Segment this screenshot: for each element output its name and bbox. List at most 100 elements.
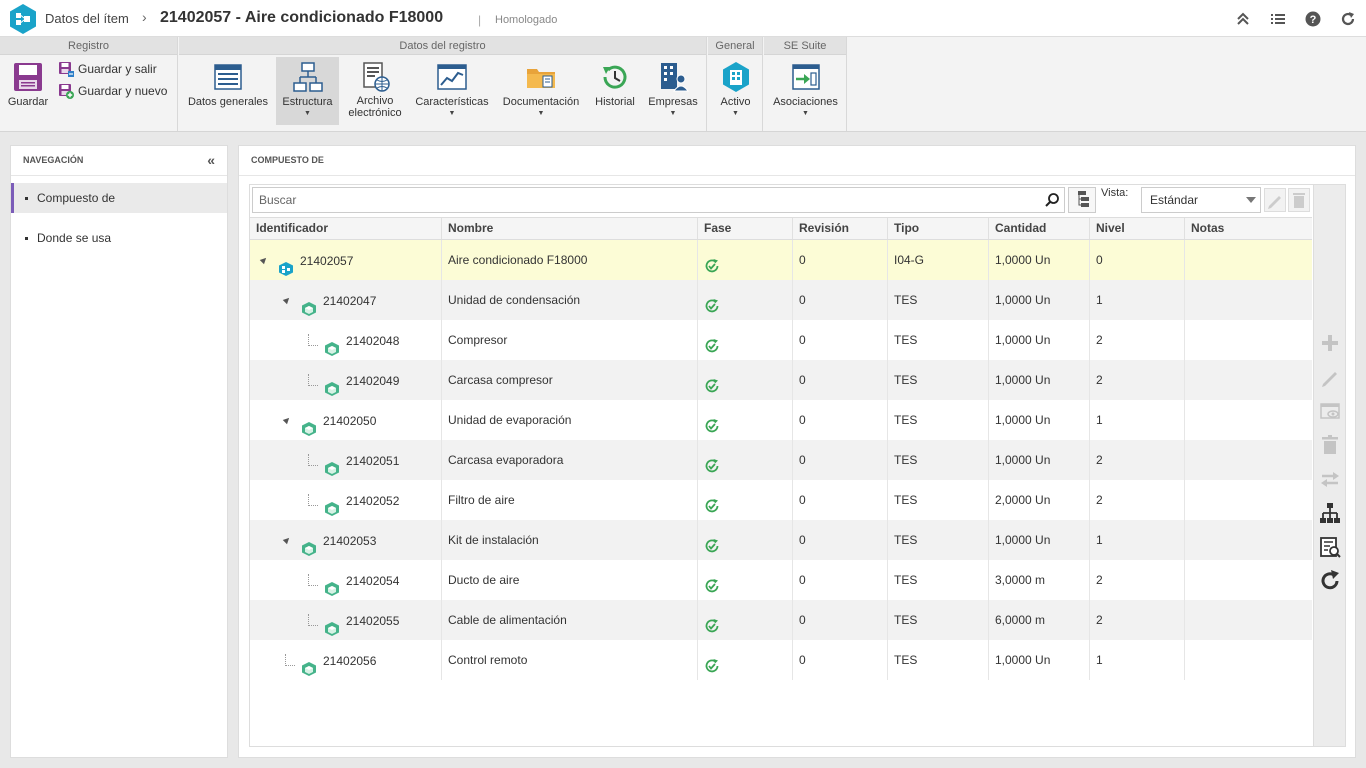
associations-button[interactable]: Asociaciones ▼ (768, 57, 843, 125)
cell-nombre: Cable de alimentación (441, 600, 697, 640)
breadcrumb[interactable]: Datos del ítem (45, 11, 129, 26)
item-id-link[interactable]: 21402053 (323, 521, 376, 561)
history-button[interactable]: Historial (589, 57, 641, 125)
list-icon[interactable] (1269, 10, 1287, 28)
cell-notas (1184, 320, 1312, 360)
nav-item-compuesto-de[interactable]: Compuesto de (11, 183, 227, 213)
item-id-link[interactable]: 21402057 (300, 241, 353, 281)
column-header-tipo[interactable]: Tipo (887, 218, 988, 239)
edit-view-button[interactable] (1264, 188, 1286, 212)
table-row[interactable]: 21402056 Control remoto 0 TES 1,0000 Un 1 (250, 640, 1312, 680)
tree-connector (308, 574, 318, 586)
item-id-link[interactable]: 21402055 (346, 601, 399, 641)
cell-cantidad: 6,0000 m (988, 600, 1089, 640)
search-record-icon[interactable] (1318, 535, 1342, 559)
table-row[interactable]: 21402052 Filtro de aire 0 TES 2,0000 Un 2 (250, 480, 1312, 520)
tree-connector (285, 654, 295, 666)
delete-icon[interactable] (1318, 433, 1342, 457)
hierarchy-icon (292, 62, 323, 92)
table-row[interactable]: 21402050 Unidad de evaporación 0 TES 1,0000 … (250, 400, 1312, 440)
table-row[interactable]: 21402049 Carcasa compresor 0 TES 1,0000 Un 2 (250, 360, 1312, 400)
expand-collapse-icon[interactable] (259, 255, 269, 265)
expand-collapse-icon[interactable] (282, 415, 292, 425)
title-bar: Datos del ítem › 21402057 - Aire condici… (0, 0, 1366, 37)
delete-view-button[interactable] (1288, 188, 1310, 212)
collapse-up-icon[interactable] (1234, 10, 1252, 28)
companies-button[interactable]: Empresas ▼ (643, 57, 703, 125)
asset-button[interactable]: Activo ▼ (712, 57, 759, 125)
column-header-nivel[interactable]: Nivel (1089, 218, 1184, 239)
cell-notas (1184, 560, 1312, 600)
edit-icon[interactable] (1318, 365, 1342, 389)
help-icon[interactable]: ? (1304, 10, 1322, 28)
cell-fase (697, 520, 792, 560)
column-header-cantidad[interactable]: Cantidad (988, 218, 1089, 239)
save-new-icon (59, 84, 74, 99)
cell-tipo: TES (887, 480, 988, 520)
structure-tree-icon[interactable] (1318, 501, 1342, 525)
cell-fase (697, 280, 792, 320)
cell-cantidad: 1,0000 Un (988, 320, 1089, 360)
table-row[interactable]: 21402053 Kit de instalación 0 TES 1,0000 Un 1 (250, 520, 1312, 560)
characteristics-button[interactable]: Características ▼ (411, 57, 493, 125)
item-id-link[interactable]: 21402054 (346, 561, 399, 601)
cell-nombre: Unidad de condensación (441, 280, 697, 320)
cell-nivel: 1 (1089, 640, 1184, 680)
chart-icon (437, 64, 467, 90)
save-and-exit-button[interactable]: Guardar y salir (58, 59, 173, 79)
cell-cantidad: 1,0000 Un (988, 520, 1089, 560)
cell-nivel: 2 (1089, 320, 1184, 360)
column-header-notas[interactable]: Notas (1184, 218, 1312, 239)
collapse-panel-icon[interactable]: « (207, 146, 215, 174)
item-id-link[interactable]: 21402050 (323, 401, 376, 441)
cell-tipo: TES (887, 600, 988, 640)
search-input[interactable] (253, 188, 1033, 212)
save-and-new-button[interactable]: Guardar y nuevo (58, 81, 173, 101)
nav-item-donde-se-usa[interactable]: Donde se usa (11, 223, 227, 253)
table-row[interactable]: 21402048 Compresor 0 TES 1,0000 Un 2 (250, 320, 1312, 360)
column-header-revision[interactable]: Revisión (792, 218, 887, 239)
cell-nombre: Kit de instalación (441, 520, 697, 560)
table-row[interactable]: 21402055 Cable de alimentación 0 TES 6,0000 … (250, 600, 1312, 640)
general-data-button[interactable]: Datos generales (183, 57, 273, 125)
expand-collapse-icon[interactable] (282, 535, 292, 545)
column-header-fase[interactable]: Fase (697, 218, 792, 239)
table-row[interactable]: 21402057 Aire condicionado F18000 0 I04-G 1,… (250, 240, 1312, 280)
view-select[interactable]: Estándar (1141, 187, 1261, 213)
cell-fase (697, 600, 792, 640)
save-button[interactable]: Guardar (4, 57, 52, 125)
replace-icon[interactable] (1318, 467, 1342, 491)
cell-notas (1184, 600, 1312, 640)
view-record-icon[interactable] (1318, 399, 1342, 423)
table-row[interactable]: 21402054 Ducto de aire 0 TES 3,0000 m2 (250, 560, 1312, 600)
documentation-button[interactable]: Documentación ▼ (496, 57, 586, 125)
reload-icon[interactable] (1318, 569, 1342, 593)
item-id-link[interactable]: 21402047 (323, 281, 376, 321)
refresh-icon[interactable] (1339, 10, 1357, 28)
cell-notas (1184, 280, 1312, 320)
search-icon[interactable] (1044, 192, 1060, 211)
item-id-link[interactable]: 21402049 (346, 361, 399, 401)
cell-notas (1184, 640, 1312, 680)
table-row[interactable]: 21402051 Carcasa evaporadora 0 TES 1,0000 Un… (250, 440, 1312, 480)
structure-button[interactable]: Estructura ▼ (276, 57, 339, 125)
column-header-identificador[interactable]: Identificador (250, 218, 442, 239)
add-icon[interactable] (1318, 331, 1342, 355)
cell-notas (1184, 520, 1312, 560)
item-id-link[interactable]: 21402048 (346, 321, 399, 361)
item-id-link[interactable]: 21402056 (323, 641, 376, 681)
pencil-icon (1268, 196, 1281, 209)
electronic-file-button[interactable]: Archivo electrónico (342, 57, 408, 125)
tree-view-toggle-button[interactable] (1068, 187, 1096, 213)
column-header-nombre[interactable]: Nombre (441, 218, 697, 239)
cell-identificador: 21402054 (250, 560, 441, 600)
cell-nivel: 0 (1089, 240, 1184, 280)
table-row[interactable]: 21402047 Unidad de condensación 0 TES 1,0000… (250, 280, 1312, 320)
item-id-link[interactable]: 21402052 (346, 481, 399, 521)
cell-fase (697, 400, 792, 440)
chevron-down-icon (1246, 197, 1256, 203)
section-title: COMPUESTO DE (239, 146, 1355, 176)
expand-collapse-icon[interactable] (282, 295, 292, 305)
item-id-link[interactable]: 21402051 (346, 441, 399, 481)
ribbon-toolbar: Registro Guardar Guardar y salir Guardar… (0, 37, 1366, 132)
